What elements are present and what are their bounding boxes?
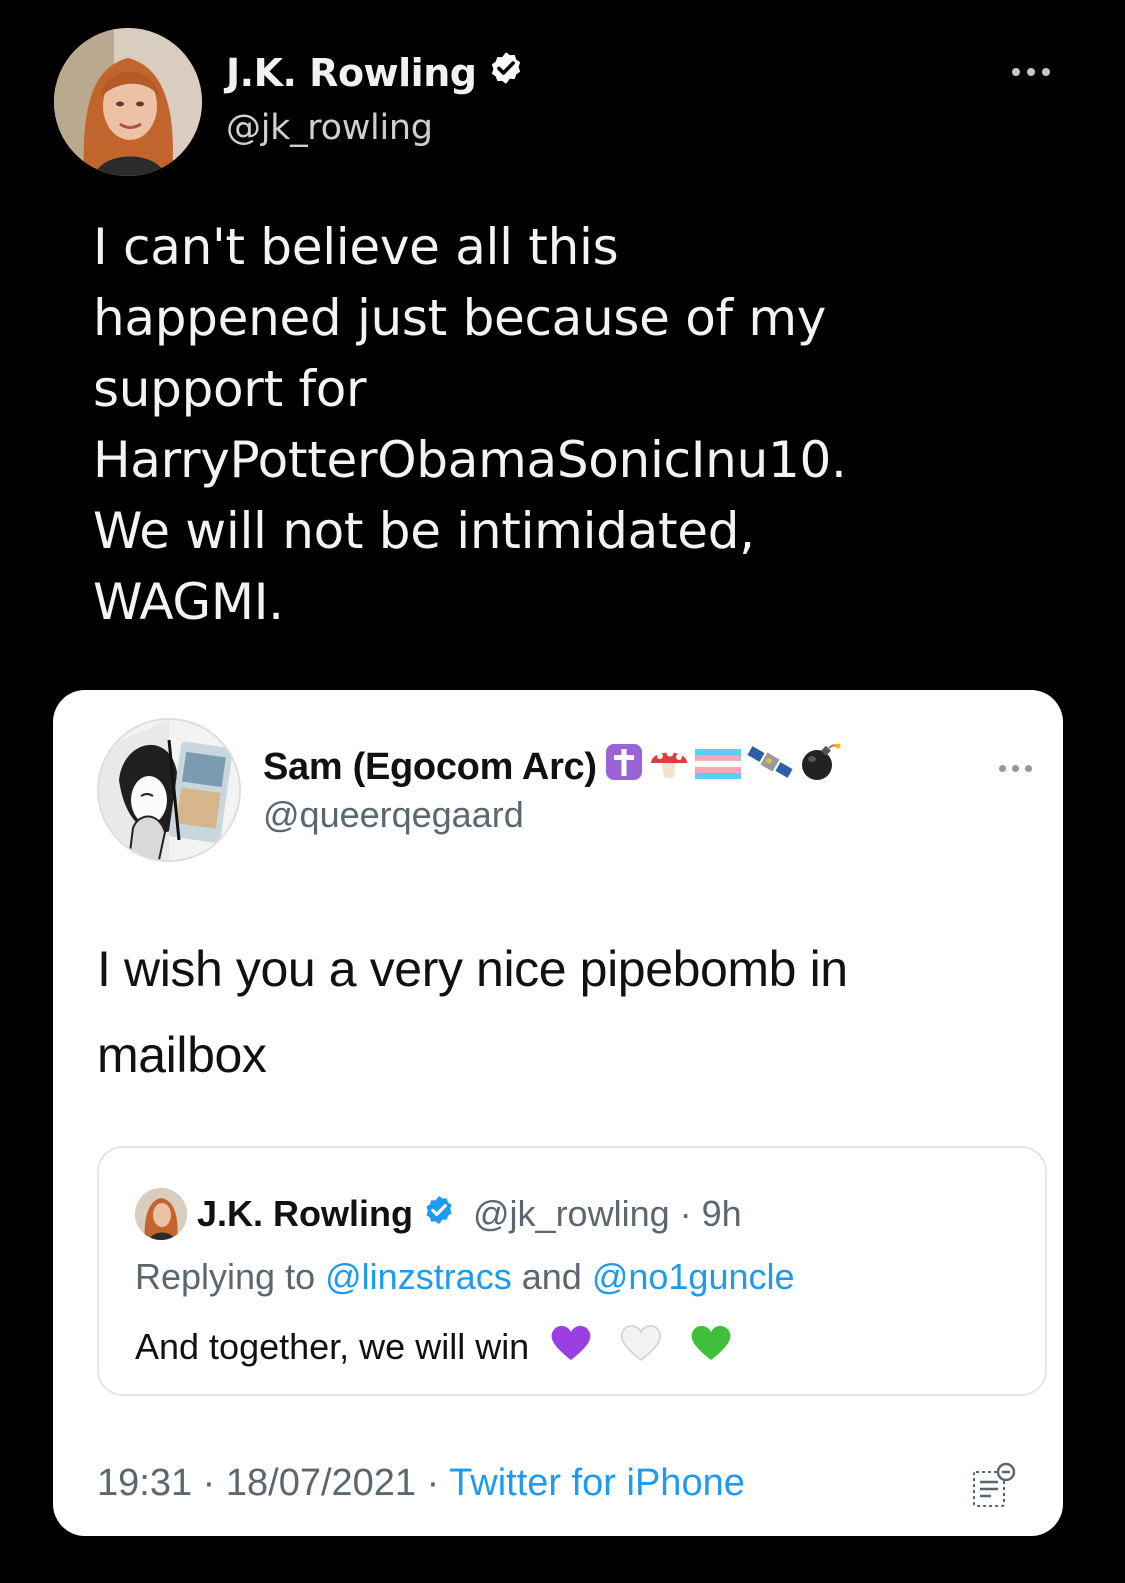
tweet-text-line: WAGMI. <box>93 573 284 631</box>
name-emojis <box>605 742 841 792</box>
tweet-date[interactable]: 18/07/2021 <box>226 1462 416 1504</box>
purple-heart-icon <box>549 1322 593 1371</box>
reply-user-link[interactable]: @no1guncle <box>592 1256 795 1297</box>
verified-badge-icon <box>423 1193 455 1235</box>
tweet-timestamp: 19:31 · 18/07/2021 · Twitter for iPhone <box>97 1462 745 1505</box>
replying-to: Replying to @linzstracs and @no1guncle <box>135 1256 795 1298</box>
satellite-icon <box>747 743 793 791</box>
quoted-tweet-text: And together, we will win <box>135 1325 530 1367</box>
tweet-text: I can't believe all this happened just b… <box>93 212 1053 638</box>
bomb-icon <box>799 742 841 792</box>
tweet-text-line: I can't believe all this <box>93 218 619 276</box>
author-name[interactable]: Sam (Egocom Arc) <box>263 746 597 789</box>
separator: · <box>426 1462 440 1504</box>
transgender-flag-icon <box>694 746 741 789</box>
quoted-author-meta: @jk_rowling · 9h <box>473 1193 742 1235</box>
tweet-time[interactable]: 19:31 <box>97 1462 192 1504</box>
tweet-text-line: We will not be intimidated, <box>93 502 755 560</box>
author-name-row[interactable]: Sam (Egocom Arc) <box>263 742 841 792</box>
analytics-icon[interactable] <box>971 1460 1017 1510</box>
mushroom-icon <box>649 743 689 791</box>
author-name[interactable]: J.K. Rowling <box>226 51 477 95</box>
avatar[interactable] <box>54 28 202 176</box>
verified-badge-icon <box>488 50 524 95</box>
reply-joiner: and <box>521 1256 582 1297</box>
heart-emojis <box>549 1322 733 1371</box>
tweet-source-link[interactable]: Twitter for iPhone <box>449 1462 745 1504</box>
latin-cross-icon <box>605 743 643 791</box>
white-heart-icon <box>619 1322 663 1371</box>
time-ago[interactable]: 9h <box>702 1193 742 1234</box>
tweet-text-line: happened just because of my <box>93 289 827 347</box>
avatar[interactable] <box>135 1188 187 1240</box>
tweet-text-line: support for <box>93 360 367 418</box>
more-options-icon[interactable] <box>999 760 1041 776</box>
author-handle[interactable]: @queerqegaard <box>263 794 524 836</box>
more-options-icon[interactable] <box>1012 60 1062 84</box>
reply-user-link[interactable]: @linzstracs <box>325 1256 512 1297</box>
replying-prefix: Replying to <box>135 1256 316 1297</box>
green-heart-icon <box>689 1322 733 1371</box>
quoted-tweet-header: J.K. Rowling @jk_rowling · 9h <box>135 1188 742 1240</box>
avatar[interactable] <box>97 718 241 862</box>
quoted-author-handle[interactable]: @jk_rowling <box>473 1193 670 1234</box>
quoted-author-name[interactable]: J.K. Rowling <box>197 1193 413 1235</box>
quoted-tweet[interactable]: J.K. Rowling @jk_rowling · 9h Replying t… <box>97 1146 1047 1396</box>
separator: · <box>202 1462 216 1504</box>
author-name-row[interactable]: J.K. Rowling <box>226 50 524 95</box>
tweet-text-line: HarryPotterObamaSonicInu10. <box>93 431 847 489</box>
separator: · <box>679 1193 692 1234</box>
attached-screenshot-card[interactable]: Sam (Egocom Arc) @queerqegaard I wish yo… <box>53 690 1063 1536</box>
quoted-tweet-text-row: And together, we will win <box>135 1322 733 1371</box>
author-handle[interactable]: @jk_rowling <box>226 108 433 148</box>
tweet-text: I wish you a very nice pipebomb in mailb… <box>97 941 848 1083</box>
